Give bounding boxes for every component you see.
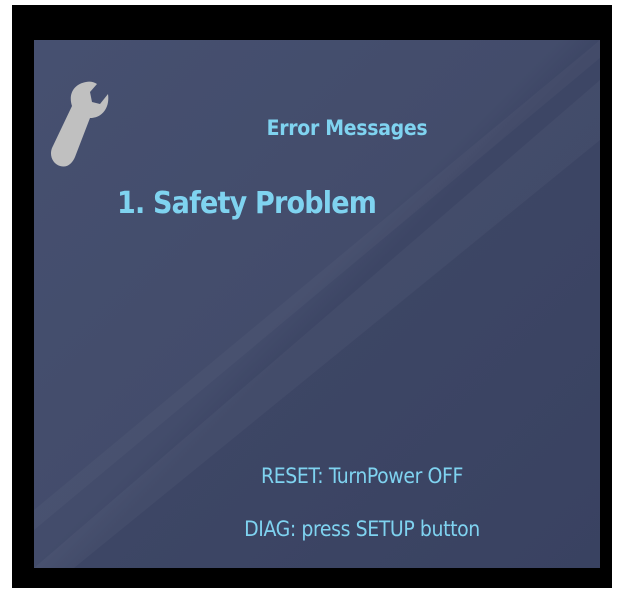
screen-title: Error Messages (266, 116, 428, 140)
error-screen: Error Messages 1. Safety Problem RESET: … (34, 40, 600, 568)
diag-hint: DIAG: press SETUP button (244, 517, 480, 541)
error-item: 1. Safety Problem (117, 186, 377, 221)
reset-hint: RESET: TurnPower OFF (261, 464, 463, 488)
